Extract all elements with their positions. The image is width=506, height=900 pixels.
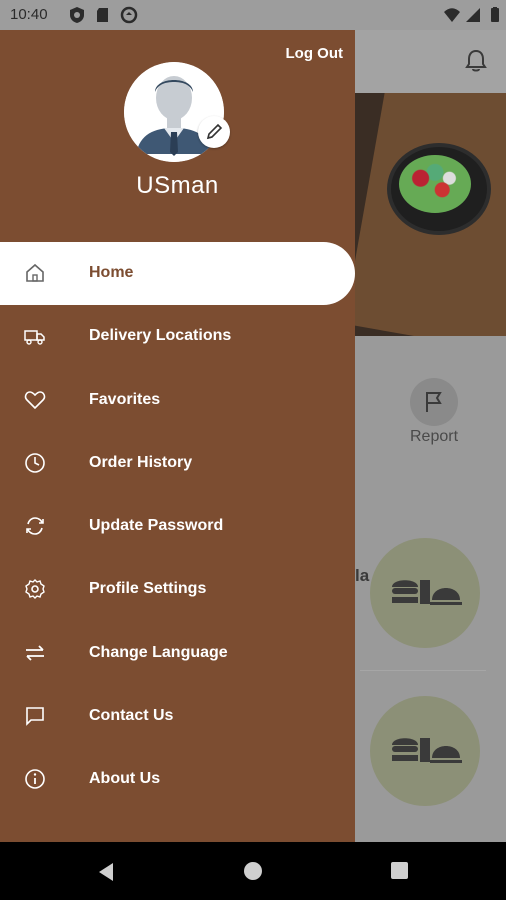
menu-label: Update Password xyxy=(89,517,224,535)
bell-icon xyxy=(465,49,487,72)
food-icon xyxy=(392,580,462,605)
wifi-icon xyxy=(444,8,460,22)
drawer-menu: Home Delivery Locations Favorites Order … xyxy=(0,242,355,812)
menu-label: Contact Us xyxy=(89,707,174,725)
report-button xyxy=(410,378,458,426)
restaurant-logo xyxy=(370,538,480,648)
menu-item-home[interactable]: Home xyxy=(0,242,355,306)
signal-icon xyxy=(466,8,480,22)
hero-food-image xyxy=(355,93,506,336)
status-time: 10:40 xyxy=(10,6,48,23)
gear-icon xyxy=(25,579,45,600)
menu-item-favorites[interactable]: Favorites xyxy=(0,369,355,432)
truck-icon xyxy=(24,330,45,345)
shield-icon xyxy=(70,7,84,23)
navigation-drawer: Log Out USman Home Delivery Locations Fa… xyxy=(0,30,355,842)
battery-icon xyxy=(491,7,499,22)
background-divider xyxy=(360,670,486,671)
home-nav-button[interactable] xyxy=(244,862,262,880)
partial-restaurant-name: la xyxy=(355,566,370,585)
background-header xyxy=(355,30,506,93)
status-bar: 10:40 xyxy=(0,0,506,30)
info-icon xyxy=(25,769,45,790)
heart-icon xyxy=(24,390,46,409)
username: USman xyxy=(136,172,219,199)
menu-item-delivery-locations[interactable]: Delivery Locations xyxy=(0,305,355,368)
menu-label: Favorites xyxy=(89,390,161,408)
menu-item-profile-settings[interactable]: Profile Settings xyxy=(0,558,355,621)
swap-icon xyxy=(26,645,44,661)
flag-icon xyxy=(426,392,442,412)
menu-item-about-us[interactable]: About Us xyxy=(0,748,355,811)
menu-item-change-language[interactable]: Change Language xyxy=(0,622,355,685)
system-navigation-bar xyxy=(0,842,506,900)
restaurant-logo xyxy=(370,696,480,806)
menu-item-order-history[interactable]: Order History xyxy=(0,432,355,495)
refresh-icon xyxy=(26,517,44,535)
menu-label: Order History xyxy=(89,453,193,471)
data-saver-icon xyxy=(120,6,138,24)
recents-nav-button[interactable] xyxy=(391,862,408,879)
menu-label: Delivery Locations xyxy=(89,327,232,345)
menu-label: Home xyxy=(89,264,134,281)
chat-icon xyxy=(26,707,44,727)
home-icon xyxy=(26,263,44,282)
clock-icon xyxy=(25,453,45,473)
back-icon[interactable] xyxy=(97,862,115,882)
edit-avatar-button[interactable] xyxy=(198,116,230,148)
logout-button[interactable]: Log Out xyxy=(286,45,343,62)
menu-label: Change Language xyxy=(89,643,228,661)
food-icon xyxy=(392,738,462,763)
sd-card-icon xyxy=(97,8,108,22)
menu-label: Profile Settings xyxy=(89,580,207,598)
menu-item-update-password[interactable]: Update Password xyxy=(0,495,355,558)
pencil-icon xyxy=(206,123,223,140)
menu-item-contact-us[interactable]: Contact Us xyxy=(0,685,355,748)
menu-label: About Us xyxy=(89,770,161,788)
report-label: Report xyxy=(409,428,459,445)
